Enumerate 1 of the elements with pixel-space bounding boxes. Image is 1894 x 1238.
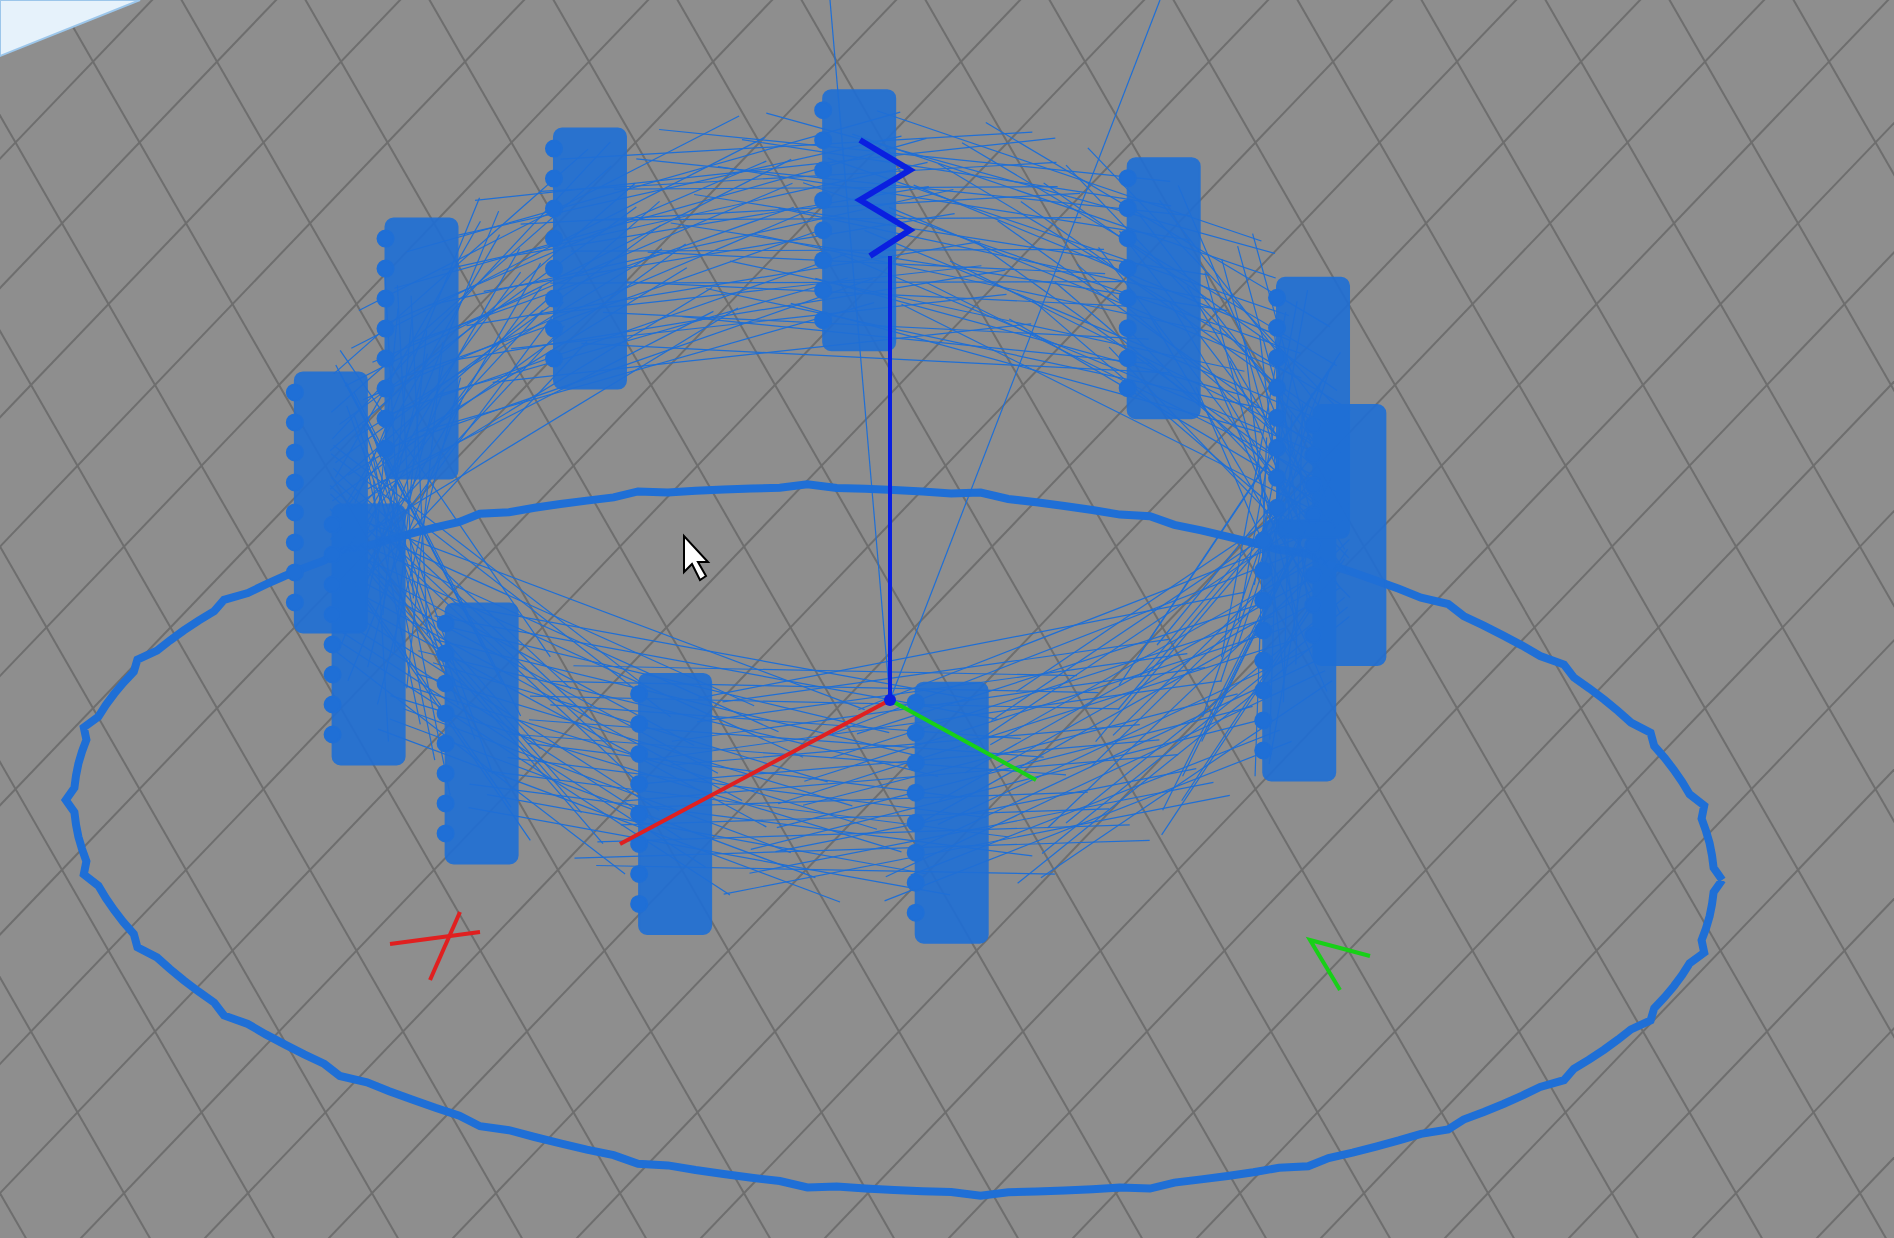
- corner-panel: [0, 0, 141, 58]
